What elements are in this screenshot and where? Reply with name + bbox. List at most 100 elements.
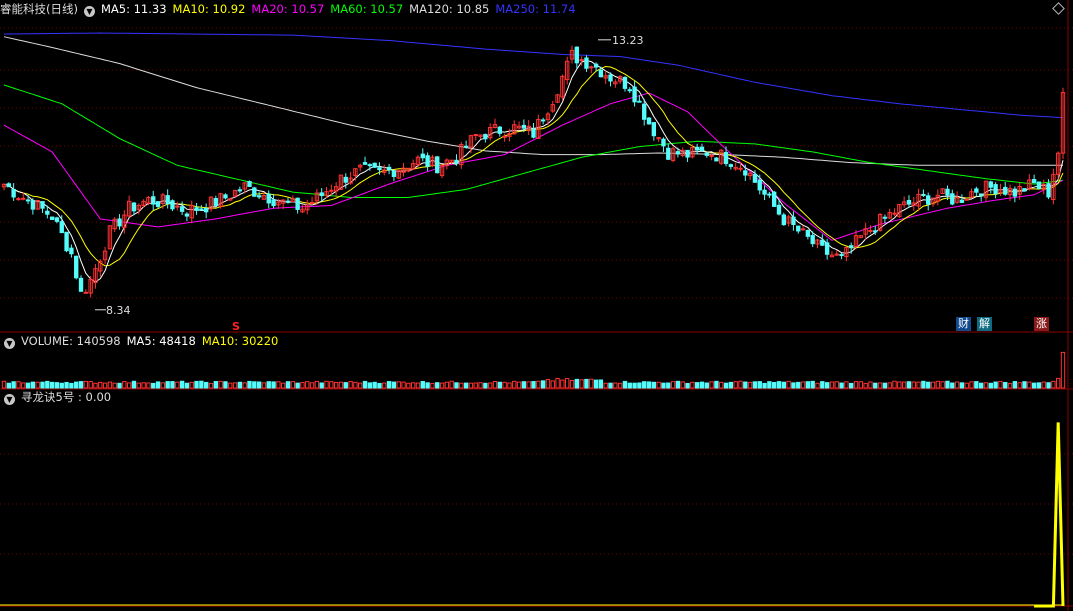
badge-explain[interactable]: 解 — [977, 317, 992, 331]
candle-body — [993, 184, 998, 195]
volume-bar — [1012, 381, 1018, 389]
candle-body — [213, 198, 218, 206]
volume-bar — [526, 381, 531, 389]
volume-bar — [122, 381, 127, 389]
ma250-line — [3, 32, 1064, 119]
volume-bar — [242, 382, 247, 389]
volume-bar — [550, 380, 555, 389]
volume-bar — [107, 381, 113, 389]
candle-body — [675, 151, 681, 155]
volume-bar — [598, 379, 604, 389]
volume-ma5: MA5: 48418 — [126, 334, 196, 348]
badge-finance[interactable]: 财 — [956, 317, 971, 331]
volume-bar — [300, 382, 305, 389]
volume-bar — [382, 382, 387, 389]
volume-bar — [276, 381, 281, 389]
candle-body — [247, 181, 252, 187]
volume-bar — [146, 382, 151, 389]
candle-body — [921, 193, 926, 196]
volume-bar — [492, 380, 498, 389]
volume-bar — [771, 382, 777, 389]
volume-bar — [998, 380, 1003, 389]
candle-body — [622, 76, 628, 89]
volume-bar — [752, 381, 758, 389]
candle-body — [584, 57, 589, 69]
volume-bar — [93, 382, 98, 389]
volume-bar — [767, 381, 772, 389]
volume-bar — [165, 381, 170, 389]
candle-body — [849, 245, 854, 249]
volume-bar — [358, 382, 363, 389]
candle-body — [820, 239, 825, 246]
volume-bar — [1003, 381, 1008, 389]
volume-bar — [266, 381, 271, 389]
volume-bar — [516, 381, 522, 389]
volume-bar — [646, 381, 652, 389]
volume-bar — [593, 379, 599, 389]
volume-bar — [223, 381, 228, 389]
volume-bar — [49, 381, 55, 389]
volume-bar — [545, 379, 551, 389]
stock-title[interactable]: 睿能科技(日线) — [0, 2, 78, 16]
candle-body — [425, 155, 430, 167]
candle-body — [78, 277, 84, 292]
volume-bar — [126, 382, 132, 389]
candle-body — [579, 59, 584, 62]
volume-bar — [954, 381, 960, 389]
volume-bar — [271, 381, 276, 389]
candle-body — [194, 207, 199, 211]
volume-bar — [98, 381, 103, 389]
volume-bar — [35, 381, 40, 389]
volume-bar — [83, 380, 89, 389]
candle-body — [237, 189, 243, 192]
volume-bar — [333, 382, 339, 389]
volume-bar — [502, 381, 507, 389]
volume-bar — [11, 381, 16, 389]
candle-body — [824, 242, 830, 255]
volume-bar — [916, 381, 921, 389]
badge-rise[interactable]: 涨 — [1034, 317, 1049, 331]
volume-bar — [810, 380, 815, 389]
candle-body — [781, 214, 786, 226]
volume-bar — [892, 380, 897, 389]
candle-body — [728, 164, 734, 167]
volume-bar — [565, 378, 570, 389]
volume-bar — [189, 381, 194, 389]
volume-bar — [560, 379, 565, 389]
volume-bar — [709, 381, 714, 389]
indicator-panel-dropdown-icon[interactable]: ▼ — [4, 394, 15, 405]
volume-bar — [969, 381, 974, 389]
volume-bar — [439, 382, 445, 389]
candle-body — [694, 146, 700, 151]
high-price-label: 13.23 — [612, 34, 644, 47]
candle-body — [170, 200, 175, 210]
volume-bar — [834, 381, 839, 389]
volume-bar — [959, 382, 965, 389]
candle-body — [454, 159, 459, 164]
candle-body — [16, 198, 21, 201]
volume-bar — [608, 382, 613, 389]
volume-bar — [569, 380, 575, 389]
volume-bar — [203, 381, 209, 389]
candle-body — [589, 66, 594, 69]
volume-bar — [1041, 381, 1046, 389]
candle-body — [666, 147, 671, 160]
candle-body — [391, 170, 397, 177]
indicator-dropdown-icon[interactable]: ▼ — [83, 6, 95, 17]
candle-body — [978, 193, 984, 197]
volume-bar — [536, 380, 541, 389]
volume-dropdown-icon[interactable]: ▼ — [4, 338, 15, 349]
candle-body — [155, 201, 161, 207]
volume-bar — [974, 381, 979, 389]
candle-body — [285, 200, 291, 203]
candle-body — [723, 151, 729, 165]
volume-bar — [377, 382, 382, 389]
candle-body — [11, 188, 16, 198]
volume-bar — [1017, 382, 1022, 389]
candle-body — [131, 202, 137, 212]
candle-body — [646, 117, 652, 125]
ma10-line — [3, 65, 1064, 267]
candle-body — [738, 167, 743, 170]
stock-chart-canvas[interactable]: 13.23 8.34 S — [0, 0, 1073, 611]
candle-body — [709, 154, 714, 157]
